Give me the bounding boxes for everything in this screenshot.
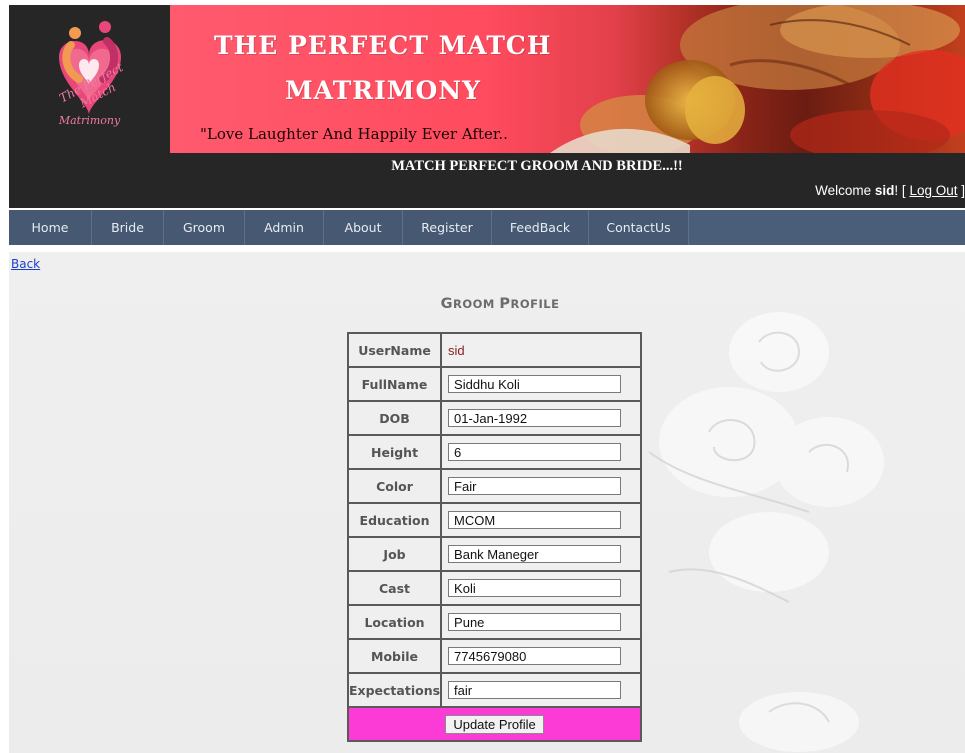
banner-title-line2: MATRIMONY	[285, 76, 481, 105]
header-tagline: MATCH PERFECT GROOM AND BRIDE...!!	[391, 158, 683, 174]
field-cell-color	[440, 468, 643, 504]
welcome-username: sid	[874, 183, 895, 198]
field-cell-fullname	[440, 366, 643, 402]
nav-item-admin[interactable]: Admin	[245, 210, 324, 245]
update-profile-button[interactable]: Update Profile	[445, 714, 544, 734]
site-logo[interactable]: The Perfect Match Matrimony	[9, 5, 170, 153]
page: The Perfect Match Matrimony THE PERFECT …	[0, 0, 965, 753]
nav-item-groom[interactable]: Groom	[164, 210, 245, 245]
field-cell-job	[440, 536, 643, 572]
field-label-height: Height	[346, 434, 443, 470]
dob-input[interactable]	[448, 409, 622, 427]
table-row: Cast	[346, 570, 643, 606]
field-label-username: UserName	[346, 332, 443, 368]
table-row: DOB	[346, 400, 643, 436]
field-label-expectations: Expectations	[346, 672, 443, 708]
title-letter-g: G	[440, 296, 453, 312]
cast-input[interactable]	[448, 579, 622, 597]
field-cell-location	[440, 604, 643, 640]
table-row: FullName	[346, 366, 643, 402]
height-input[interactable]	[448, 443, 622, 461]
username-value: sid	[448, 342, 465, 358]
field-label-fullname: FullName	[346, 366, 443, 402]
site-header: The Perfect Match Matrimony THE PERFECT …	[9, 5, 965, 208]
field-label-color: Color	[346, 468, 443, 504]
field-cell-dob	[440, 400, 643, 436]
field-label-education: Education	[346, 502, 443, 538]
field-value-username: sid	[440, 332, 643, 368]
nav-item-feedback[interactable]: FeedBack	[492, 210, 589, 245]
title-letter-p: P	[499, 296, 511, 312]
welcome-close: ]	[957, 183, 965, 198]
table-row: Location	[346, 604, 643, 640]
table-row: Height	[346, 434, 643, 470]
logout-link[interactable]: Log Out	[909, 183, 957, 198]
table-row: Mobile	[346, 638, 643, 674]
nav-item-about[interactable]: About	[324, 210, 403, 245]
nav-filler	[689, 210, 965, 245]
banner-title-line1: THE PERFECT MATCH	[214, 31, 552, 60]
field-cell-education	[440, 502, 643, 538]
job-input[interactable]	[448, 545, 622, 563]
banner-tagline: "Love Laughter And Happily Ever After..	[200, 125, 508, 143]
back-link[interactable]: Back	[11, 257, 40, 271]
nav-item-home[interactable]: Home	[9, 210, 92, 245]
title-rest-groom: ROOM	[452, 297, 500, 311]
field-label-cast: Cast	[346, 570, 443, 606]
field-cell-height	[440, 434, 643, 470]
profile-table: UserName sid FullName DOB Height Color E…	[346, 332, 643, 742]
nav-item-register[interactable]: Register	[403, 210, 492, 245]
nav-item-bride[interactable]: Bride	[92, 210, 164, 245]
header-banner: THE PERFECT MATCH MATRIMONY "Love Laught…	[170, 5, 965, 153]
field-label-job: Job	[346, 536, 443, 572]
field-label-dob: DOB	[346, 400, 443, 436]
nav-bar: Home Bride Groom Admin About Register Fe…	[9, 210, 689, 245]
table-row: Job	[346, 536, 643, 572]
main-nav: Home Bride Groom Admin About Register Fe…	[9, 210, 965, 245]
action-row: Update Profile	[346, 706, 643, 742]
color-input[interactable]	[448, 477, 622, 495]
nav-item-contactus[interactable]: ContactUs	[589, 210, 689, 245]
field-cell-expectations	[440, 672, 643, 708]
fullname-input[interactable]	[448, 375, 622, 393]
education-input[interactable]	[448, 511, 622, 529]
table-row: Expectations	[346, 672, 643, 708]
mobile-input[interactable]	[448, 647, 622, 665]
welcome-suffix: ! [	[894, 183, 910, 198]
title-rest-profile: ROFILE	[510, 297, 560, 311]
location-input[interactable]	[448, 613, 622, 631]
page-title: GROOM PROFILE	[9, 296, 965, 312]
main-content: Back GROOM PROFILE UserName sid FullName…	[9, 252, 965, 753]
welcome-message: Welcome sid! [ Log Out ]	[815, 183, 965, 198]
field-cell-mobile	[440, 638, 643, 674]
table-row: UserName sid	[346, 332, 643, 368]
table-row: Color	[346, 468, 643, 504]
welcome-prefix: Welcome	[815, 183, 875, 198]
table-row: Education	[346, 502, 643, 538]
field-label-mobile: Mobile	[346, 638, 443, 674]
table-row: Update Profile	[346, 706, 643, 742]
expectations-input[interactable]	[448, 681, 622, 699]
field-label-location: Location	[346, 604, 443, 640]
logo-text-line2: Matrimony	[58, 114, 121, 127]
field-cell-cast	[440, 570, 643, 606]
